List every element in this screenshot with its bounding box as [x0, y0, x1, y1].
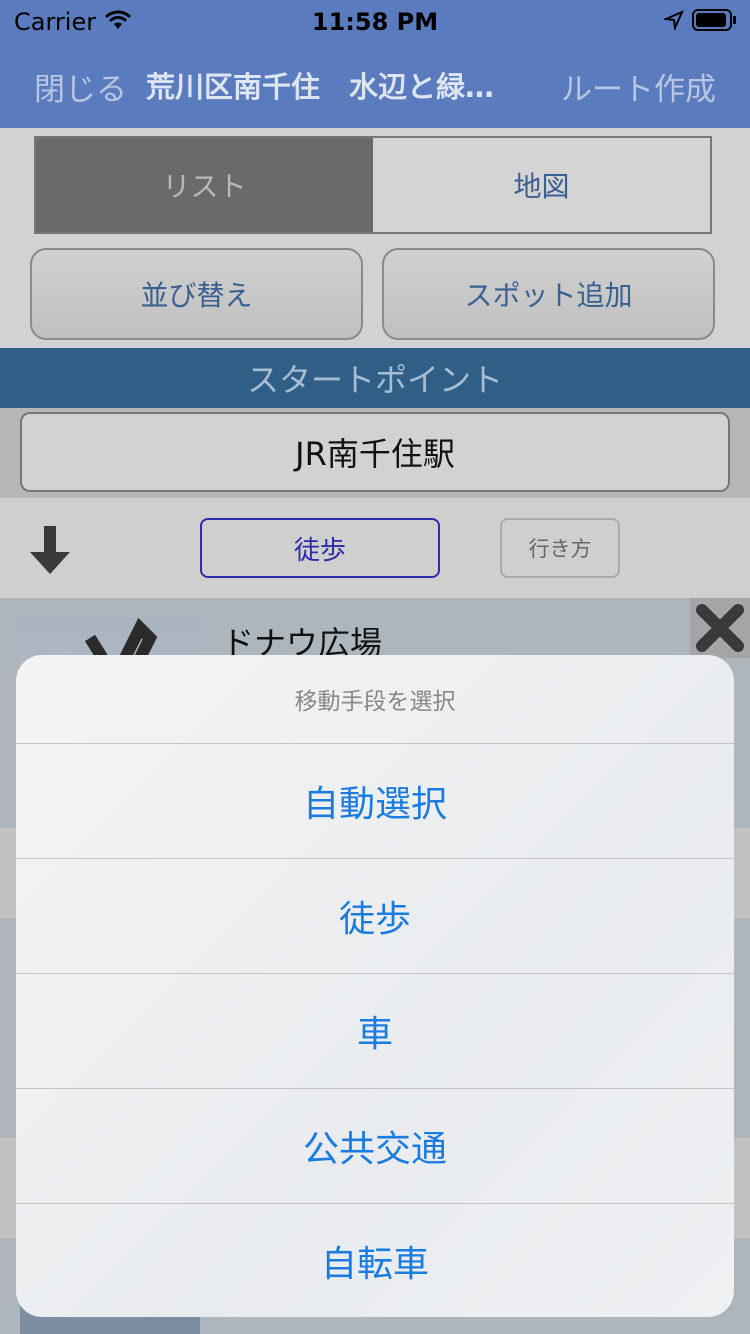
- start-point-field[interactable]: JR南千住駅: [20, 412, 730, 492]
- create-route-button[interactable]: ルート作成: [561, 64, 716, 109]
- action-sheet-title: 移動手段を選択: [16, 655, 734, 744]
- transport-mode-button[interactable]: 徒歩: [200, 518, 440, 578]
- option-car[interactable]: 車: [16, 974, 734, 1089]
- add-spot-button[interactable]: スポット追加: [382, 248, 715, 340]
- battery-icon: [692, 9, 736, 31]
- option-public-transit[interactable]: 公共交通: [16, 1089, 734, 1204]
- arrow-down-icon: [30, 526, 70, 574]
- option-walk[interactable]: 徒歩: [16, 859, 734, 974]
- view-segmented-control[interactable]: リスト 地図: [34, 136, 712, 234]
- option-auto[interactable]: 自動選択: [16, 744, 734, 859]
- close-icon[interactable]: [690, 598, 750, 658]
- location-arrow-icon: [664, 10, 684, 30]
- sort-button[interactable]: 並び替え: [30, 248, 363, 340]
- transport-action-sheet: 移動手段を選択 自動選択 徒歩 車 公共交通 自転車: [16, 655, 734, 1317]
- directions-button[interactable]: 行き方: [500, 518, 620, 578]
- segment-list[interactable]: リスト: [36, 138, 373, 232]
- start-point-header: スタートポイント: [0, 348, 750, 408]
- page-title: 荒川区南千住 水辺と緑…: [146, 70, 495, 104]
- close-button[interactable]: 閉じる: [34, 64, 127, 109]
- segment-map[interactable]: 地図: [373, 138, 710, 232]
- clock: 11:58 PM: [311, 8, 439, 36]
- option-bicycle[interactable]: 自転車: [16, 1204, 734, 1317]
